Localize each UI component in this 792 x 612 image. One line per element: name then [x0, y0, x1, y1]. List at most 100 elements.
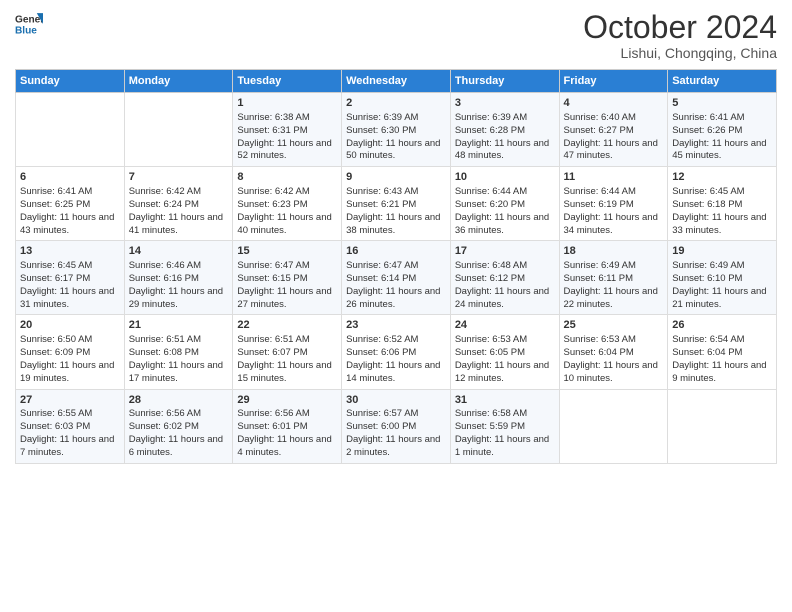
daylight-text: Daylight: 11 hours and 33 minutes. — [672, 212, 766, 236]
sunrise-text: Sunrise: 6:47 AM — [237, 260, 309, 271]
sunset-text: Sunset: 6:12 PM — [455, 273, 525, 284]
daylight-text: Daylight: 11 hours and 47 minutes. — [564, 138, 658, 162]
daylight-text: Daylight: 11 hours and 17 minutes. — [129, 360, 223, 384]
day-number: 17 — [455, 244, 555, 259]
calendar-week-row: 13Sunrise: 6:45 AM Sunset: 6:17 PM Dayligh… — [16, 241, 777, 315]
calendar-cell: 7Sunrise: 6:42 AMSunset: 6:24 PMDaylight… — [124, 167, 233, 241]
page-header: General Blue October 2024 Lishui, Chongq… — [15, 10, 777, 61]
sunset-text: Sunset: 6:07 PM — [237, 347, 307, 358]
sunrise-text: Sunrise: 6:45 AM — [20, 260, 92, 271]
sunset-text: Sunset: 6:01 PM — [237, 421, 307, 432]
day-number: 22 — [237, 318, 337, 333]
daylight-text: Daylight: 11 hours and 26 minutes. — [346, 286, 440, 310]
day-number: 20 — [20, 318, 120, 333]
header-sunday: Sunday — [16, 70, 125, 93]
sunset-text: Sunset: 6:15 PM — [237, 273, 307, 284]
daylight-text: Daylight: 11 hours and 19 minutes. — [20, 360, 114, 384]
sunrise-text: Sunrise: 6:41 AM — [672, 112, 744, 123]
calendar-cell: 3Sunrise: 6:39 AMSunset: 6:28 PMDaylight… — [450, 93, 559, 167]
calendar-cell: 25Sunrise: 6:53 AMSunset: 6:04 PMDayligh… — [559, 315, 668, 389]
daylight-text: Daylight: 11 hours and 15 minutes. — [237, 360, 331, 384]
header-monday: Monday — [124, 70, 233, 93]
daylight-text: Daylight: 11 hours and 4 minutes. — [237, 434, 331, 458]
sunset-text: Sunset: 6:00 PM — [346, 421, 416, 432]
sunrise-text: Sunrise: 6:43 AM — [346, 186, 418, 197]
sunrise-text: Sunrise: 6:41 AM — [20, 186, 92, 197]
daylight-text: Daylight: 11 hours and 43 minutes. — [20, 212, 114, 236]
day-number: 15 — [237, 244, 337, 259]
calendar-week-row: 20Sunrise: 6:50 AMSunset: 6:09 PMDayligh… — [16, 315, 777, 389]
sunset-text: Sunset: 6:17 PM — [20, 273, 90, 284]
calendar-cell: 17Sunrise: 6:48 AMSunset: 6:12 PMDayligh… — [450, 241, 559, 315]
sunset-text: Sunset: 6:03 PM — [20, 421, 90, 432]
calendar-cell: 8Sunrise: 6:42 AMSunset: 6:23 PMDaylight… — [233, 167, 342, 241]
daylight-text: Daylight: 11 hours and 34 minutes. — [564, 212, 658, 236]
daylight-text: Daylight: 11 hours and 52 minutes. — [237, 138, 331, 162]
calendar-cell: 2Sunrise: 6:39 AMSunset: 6:30 PMDaylight… — [342, 93, 451, 167]
sunrise-text: Sunrise: 6:39 AM — [455, 112, 527, 123]
sunset-text: Sunset: 6:06 PM — [346, 347, 416, 358]
calendar-cell: 10Sunrise: 6:44 AMSunset: 6:20 PMDayligh… — [450, 167, 559, 241]
calendar-cell: 5Sunrise: 6:41 AMSunset: 6:26 PMDaylight… — [668, 93, 777, 167]
sunset-text: Sunset: 6:10 PM — [672, 273, 742, 284]
sunrise-text: Sunrise: 6:58 AM — [455, 408, 527, 419]
day-number: 21 — [129, 318, 229, 333]
calendar-cell: 12Sunrise: 6:45 AMSunset: 6:18 PMDayligh… — [668, 167, 777, 241]
sunrise-text: Sunrise: 6:57 AM — [346, 408, 418, 419]
sunset-text: Sunset: 6:16 PM — [129, 273, 199, 284]
calendar-cell: 31Sunrise: 6:58 AMSunset: 5:59 PMDayligh… — [450, 389, 559, 463]
calendar-cell: 6Sunrise: 6:41 AM Sunset: 6:25 PM Daylight… — [16, 167, 125, 241]
calendar-cell: 9Sunrise: 6:43 AMSunset: 6:21 PMDaylight… — [342, 167, 451, 241]
sunset-text: Sunset: 6:18 PM — [672, 199, 742, 210]
sunset-text: Sunset: 6:08 PM — [129, 347, 199, 358]
daylight-text: Daylight: 11 hours and 12 minutes. — [455, 360, 549, 384]
calendar-cell: 18Sunrise: 6:49 AMSunset: 6:11 PMDayligh… — [559, 241, 668, 315]
day-number: 25 — [564, 318, 664, 333]
calendar-week-row: 6Sunrise: 6:41 AM Sunset: 6:25 PM Daylight… — [16, 167, 777, 241]
day-number: 27 — [20, 393, 120, 408]
sunrise-text: Sunrise: 6:49 AM — [672, 260, 744, 271]
sunset-text: Sunset: 6:26 PM — [672, 125, 742, 136]
calendar-cell: 15Sunrise: 6:47 AMSunset: 6:15 PMDayligh… — [233, 241, 342, 315]
daylight-text: Daylight: 11 hours and 31 minutes. — [20, 286, 114, 310]
daylight-text: Daylight: 11 hours and 14 minutes. — [346, 360, 440, 384]
header-thursday: Thursday — [450, 70, 559, 93]
sunset-text: Sunset: 6:14 PM — [346, 273, 416, 284]
daylight-text: Daylight: 11 hours and 22 minutes. — [564, 286, 658, 310]
day-number: 6 — [20, 170, 120, 185]
sunset-text: Sunset: 6:24 PM — [129, 199, 199, 210]
daylight-text: Daylight: 11 hours and 48 minutes. — [455, 138, 549, 162]
header-saturday: Saturday — [668, 70, 777, 93]
calendar-cell: 30Sunrise: 6:57 AMSunset: 6:00 PMDayligh… — [342, 389, 451, 463]
daylight-text: Daylight: 11 hours and 50 minutes. — [346, 138, 440, 162]
day-number: 23 — [346, 318, 446, 333]
calendar-cell: 16Sunrise: 6:47 AMSunset: 6:14 PMDayligh… — [342, 241, 451, 315]
calendar-cell: 21Sunrise: 6:51 AMSunset: 6:08 PMDayligh… — [124, 315, 233, 389]
day-number: 13 — [20, 244, 120, 259]
sunset-text: Sunset: 6:31 PM — [237, 125, 307, 136]
day-number: 3 — [455, 96, 555, 111]
title-block: October 2024 Lishui, Chongqing, China — [583, 10, 777, 61]
day-number: 5 — [672, 96, 772, 111]
daylight-text: Daylight: 11 hours and 24 minutes. — [455, 286, 549, 310]
svg-text:Blue: Blue — [15, 25, 37, 36]
calendar-cell: 29Sunrise: 6:56 AMSunset: 6:01 PMDayligh… — [233, 389, 342, 463]
daylight-text: Daylight: 11 hours and 10 minutes. — [564, 360, 658, 384]
day-number: 2 — [346, 96, 446, 111]
daylight-text: Daylight: 11 hours and 36 minutes. — [455, 212, 549, 236]
sunrise-text: Sunrise: 6:44 AM — [564, 186, 636, 197]
sunrise-text: Sunrise: 6:46 AM — [129, 260, 201, 271]
sunset-text: Sunset: 6:09 PM — [20, 347, 90, 358]
header-tuesday: Tuesday — [233, 70, 342, 93]
sunrise-text: Sunrise: 6:54 AM — [672, 334, 744, 345]
sunset-text: Sunset: 6:25 PM — [20, 199, 90, 210]
day-number: 8 — [237, 170, 337, 185]
sunrise-text: Sunrise: 6:45 AM — [672, 186, 744, 197]
sunrise-text: Sunrise: 6:56 AM — [129, 408, 201, 419]
day-number: 11 — [564, 170, 664, 185]
logo-icon: General Blue — [15, 10, 43, 38]
calendar-week-row: 27Sunrise: 6:55 AMSunset: 6:03 PMDayligh… — [16, 389, 777, 463]
sunset-text: Sunset: 6:05 PM — [455, 347, 525, 358]
sunrise-text: Sunrise: 6:52 AM — [346, 334, 418, 345]
sunrise-text: Sunrise: 6:53 AM — [455, 334, 527, 345]
